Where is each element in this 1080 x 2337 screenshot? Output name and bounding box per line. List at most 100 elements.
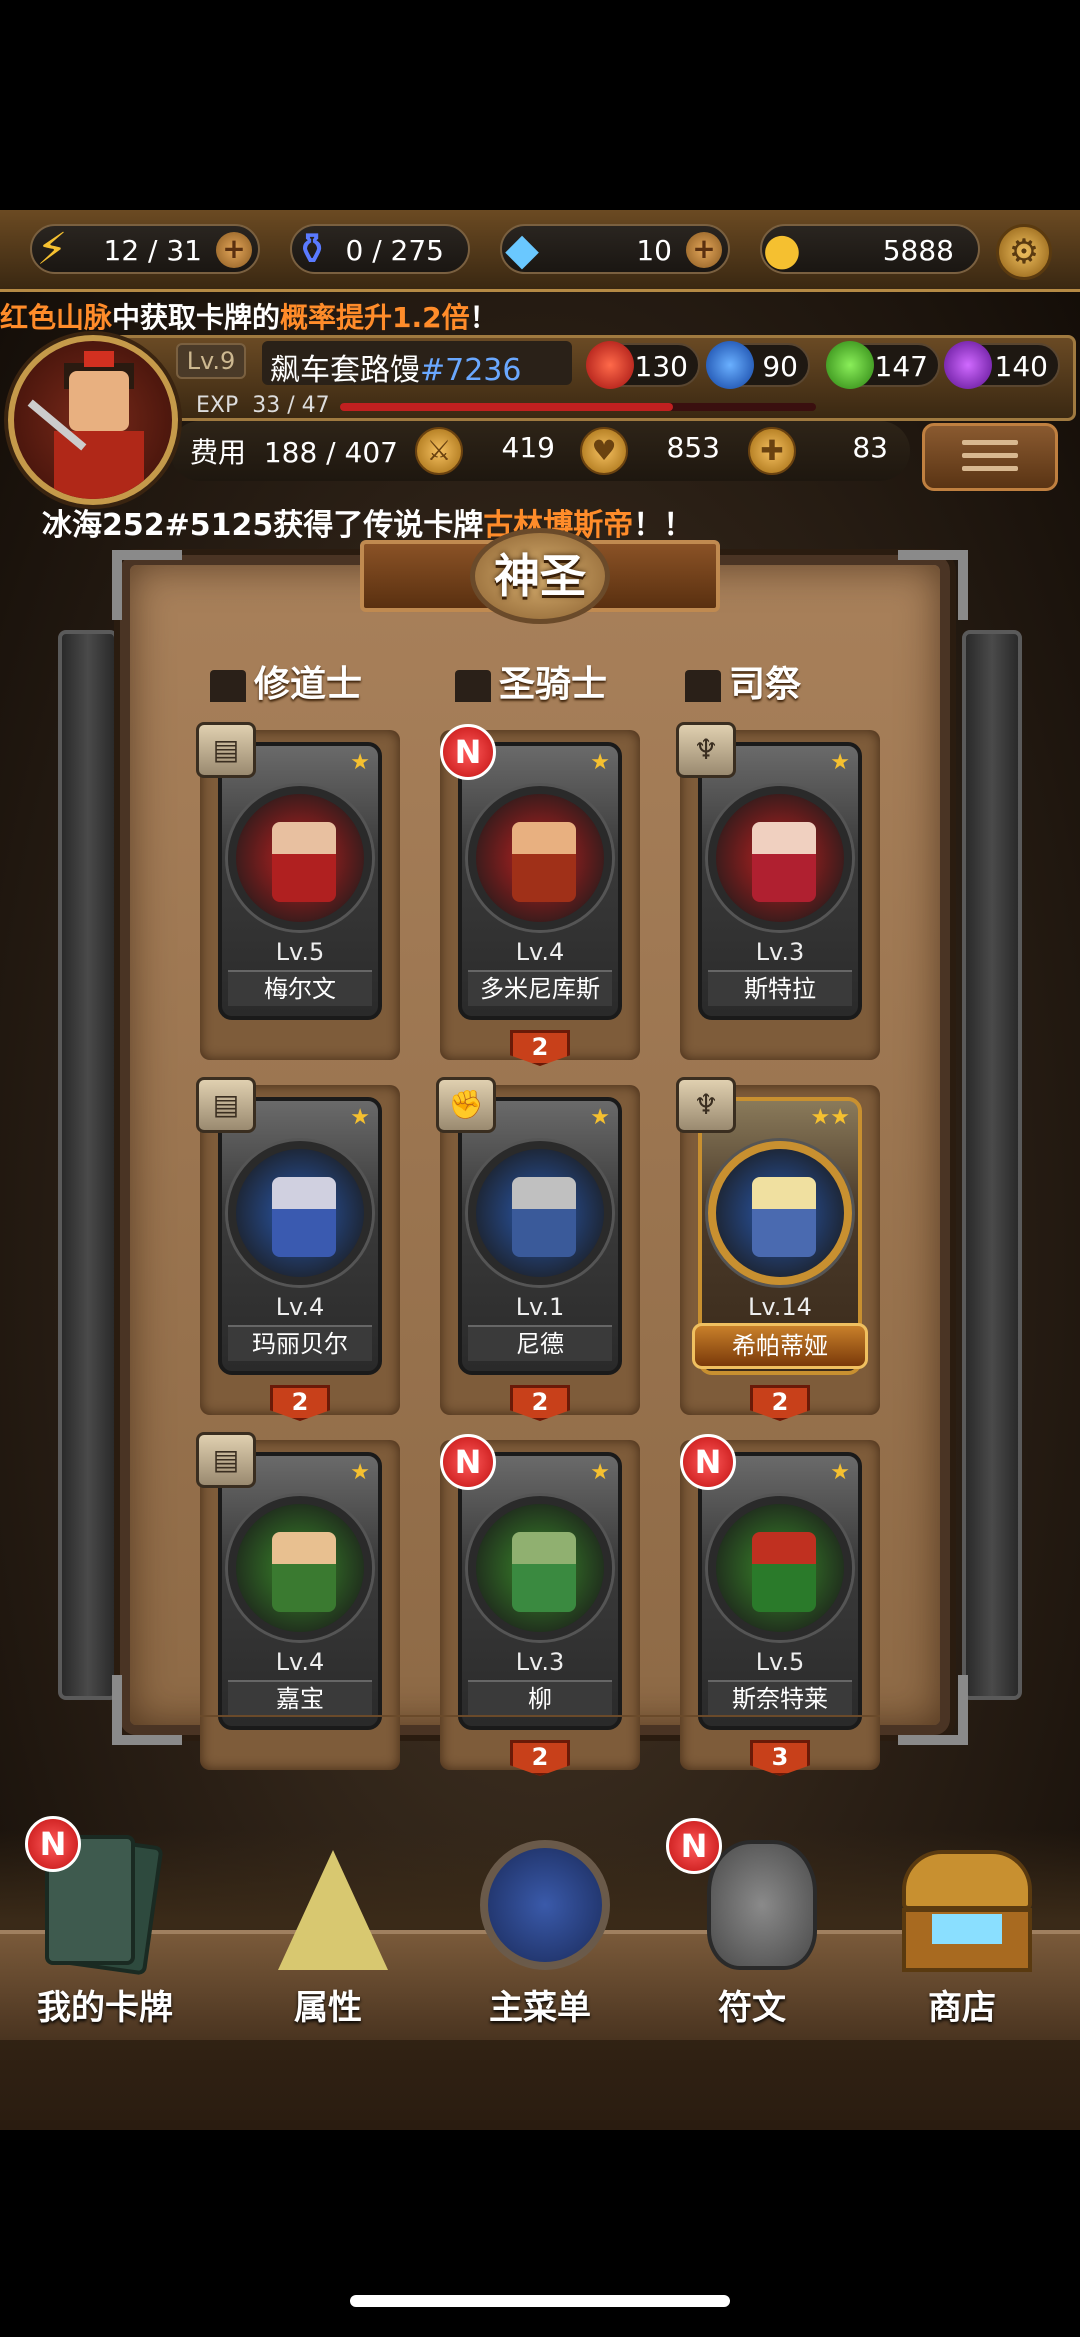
card-slot[interactable]: ★ Lv.5 斯奈特莱 N 3 (680, 1434, 880, 1776)
hamburger-menu-button[interactable] (922, 423, 1058, 491)
nav-runes[interactable]: N 符文 (652, 1818, 852, 2060)
nav-main-menu[interactable]: 主菜单 (440, 1830, 640, 2060)
card-name: 多米尼库斯 (468, 970, 612, 1006)
helmet-icon (455, 670, 491, 702)
star-rating: ★★ (810, 1105, 850, 1130)
nav-shop[interactable]: 商店 (862, 1830, 1062, 2060)
hero-sprite (752, 822, 816, 902)
nav-label: 符文 (718, 1988, 786, 2028)
player-avatar[interactable] (8, 335, 178, 505)
new-badge: N (680, 1434, 736, 1490)
right-rail (962, 630, 1022, 1700)
player-name-text: 飙车套路馒 (270, 353, 420, 388)
coin-icon: ● (762, 224, 802, 275)
board-corner (112, 1675, 182, 1745)
card-slot[interactable]: ★ Lv.3 柳 N 2 (440, 1434, 640, 1776)
card-level: Lv.3 (515, 1648, 565, 1676)
purple-gem-value: 140 (994, 350, 1048, 383)
exp-bar (340, 403, 816, 411)
red-gem-counter: 130 (586, 341, 700, 389)
card-level: Lv.5 (275, 938, 325, 966)
treasure-chest-icon (892, 1830, 1032, 1980)
hero-portrait (468, 1496, 612, 1640)
card-slot[interactable]: ★ Lv.3 斯特拉 ♆ (676, 722, 880, 1060)
hero-card[interactable]: ★★ Lv.14 希帕蒂娅 (692, 1097, 868, 1375)
flag-icon (210, 670, 246, 702)
new-badge: N (440, 724, 496, 780)
card-slot[interactable]: ★ Lv.4 多米尼库斯 N 2 (440, 724, 640, 1066)
cross-icon: ✚ (748, 427, 796, 475)
hero-portrait (468, 786, 612, 930)
hero-portrait (708, 1141, 852, 1285)
home-indicator[interactable] (350, 2295, 730, 2307)
game-screen: ⚡ 12 / 31 + ⚱ 0 / 275 ◆ 10 + ● 5888 ⚙ 红色… (0, 210, 1080, 2130)
wings-icon (685, 670, 721, 702)
card-name: 嘉宝 (228, 1680, 372, 1716)
nav-my-cards[interactable]: N 我的卡牌 (5, 1816, 205, 2060)
blue-gem-counter: 90 (706, 341, 810, 389)
red-gem-value: 130 (634, 350, 688, 383)
hero-card[interactable]: ★ Lv.5 斯奈特莱 (698, 1452, 862, 1730)
hero-card[interactable]: ★ Lv.1 尼德 (458, 1097, 622, 1375)
hero-card[interactable]: ★ Lv.3 斯特拉 (698, 742, 862, 1020)
heal-value: 83 (852, 431, 888, 464)
ticker-bottom-part1: 冰海252#5125获得了传说卡牌 (42, 508, 484, 543)
card-slot[interactable]: ★ Lv.1 尼德 ✊ 2 (436, 1077, 640, 1421)
resource-bar: ⚡ 12 / 31 + ⚱ 0 / 275 ◆ 10 + ● 5888 ⚙ (0, 210, 1080, 292)
wings-icon: ♆ (676, 722, 736, 778)
card-level: Lv.1 (515, 1293, 565, 1321)
card-slot[interactable]: ★ Lv.4 嘉宝 ▤ (196, 1432, 400, 1770)
cost-value: 188 / 407 (263, 436, 398, 469)
star-rating: ★ (830, 750, 850, 775)
hero-card[interactable]: ★ Lv.3 柳 (458, 1452, 622, 1730)
hero-portrait (228, 1496, 372, 1640)
column-header-monk: 修道士 (210, 655, 362, 705)
card-slot[interactable]: ★★ Lv.14 希帕蒂娅 ♆ 2 (676, 1077, 880, 1421)
player-level: Lv.9 (176, 343, 246, 379)
card-level: Lv.14 (748, 1293, 812, 1321)
card-slot[interactable]: ★ Lv.4 玛丽贝尔 ▤ 2 (196, 1077, 400, 1421)
diamond-icon: ◆ (505, 224, 539, 275)
board-corner (898, 550, 968, 620)
book-icon: ▤ (196, 722, 256, 778)
health-value: 853 (666, 431, 720, 464)
attack-value: 419 (501, 431, 555, 464)
star-rating: ★ (590, 1105, 610, 1130)
hero-card[interactable]: ★ Lv.4 嘉宝 (218, 1452, 382, 1730)
potion-counter: ⚱ 0 / 275 (290, 224, 470, 275)
player-name[interactable]: 飙车套路馒#7236 (262, 341, 572, 388)
card-level: Lv.4 (515, 938, 565, 966)
ticker-bottom: 冰海252#5125获得了传说卡牌古林博斯帝！！ (42, 500, 693, 544)
heal-stat: ✚ 83 (748, 427, 898, 475)
add-energy-button[interactable]: + (216, 232, 252, 268)
star-rating: ★ (350, 750, 370, 775)
column-header-priest: 司祭 (685, 655, 801, 705)
fist-icon: ✊ (436, 1077, 496, 1133)
hero-card[interactable]: ★ Lv.5 梅尔文 (218, 742, 382, 1020)
card-name: 梅尔文 (228, 970, 372, 1006)
star-rating: ★ (590, 1460, 610, 1485)
hero-portrait (468, 1141, 612, 1285)
player-tag: #7236 (420, 353, 522, 388)
energy-counter: ⚡ 12 / 31 + (30, 224, 260, 275)
hero-card[interactable]: ★ Lv.4 多米尼库斯 (458, 742, 622, 1020)
green-orb-icon (826, 341, 874, 389)
hero-card[interactable]: ★ Lv.4 玛丽贝尔 (218, 1097, 382, 1375)
swords-icon: ⚔ (415, 427, 463, 475)
new-badge: N (25, 1816, 81, 1872)
settings-gear-icon[interactable]: ⚙ (996, 224, 1052, 280)
card-count-badge: 3 (750, 1740, 810, 1776)
star-rating: ★ (350, 1105, 370, 1130)
new-badge: N (440, 1434, 496, 1490)
add-diamond-button[interactable]: + (686, 232, 722, 268)
card-slot[interactable]: ★ Lv.5 梅尔文 ▤ (196, 722, 400, 1060)
nav-attributes[interactable]: 属性 (228, 1830, 428, 2060)
hero-sprite (512, 1532, 576, 1612)
bottom-nav: N 我的卡牌 属性 主菜单 N 符文 商店 (0, 1816, 1080, 2130)
left-rail (58, 630, 118, 1700)
exp-value: 33 / 47 (252, 393, 330, 418)
card-level: Lv.5 (755, 1648, 805, 1676)
card-level: Lv.4 (275, 1293, 325, 1321)
board-divider (200, 1715, 880, 1717)
wings-icon: ♆ (676, 1077, 736, 1133)
